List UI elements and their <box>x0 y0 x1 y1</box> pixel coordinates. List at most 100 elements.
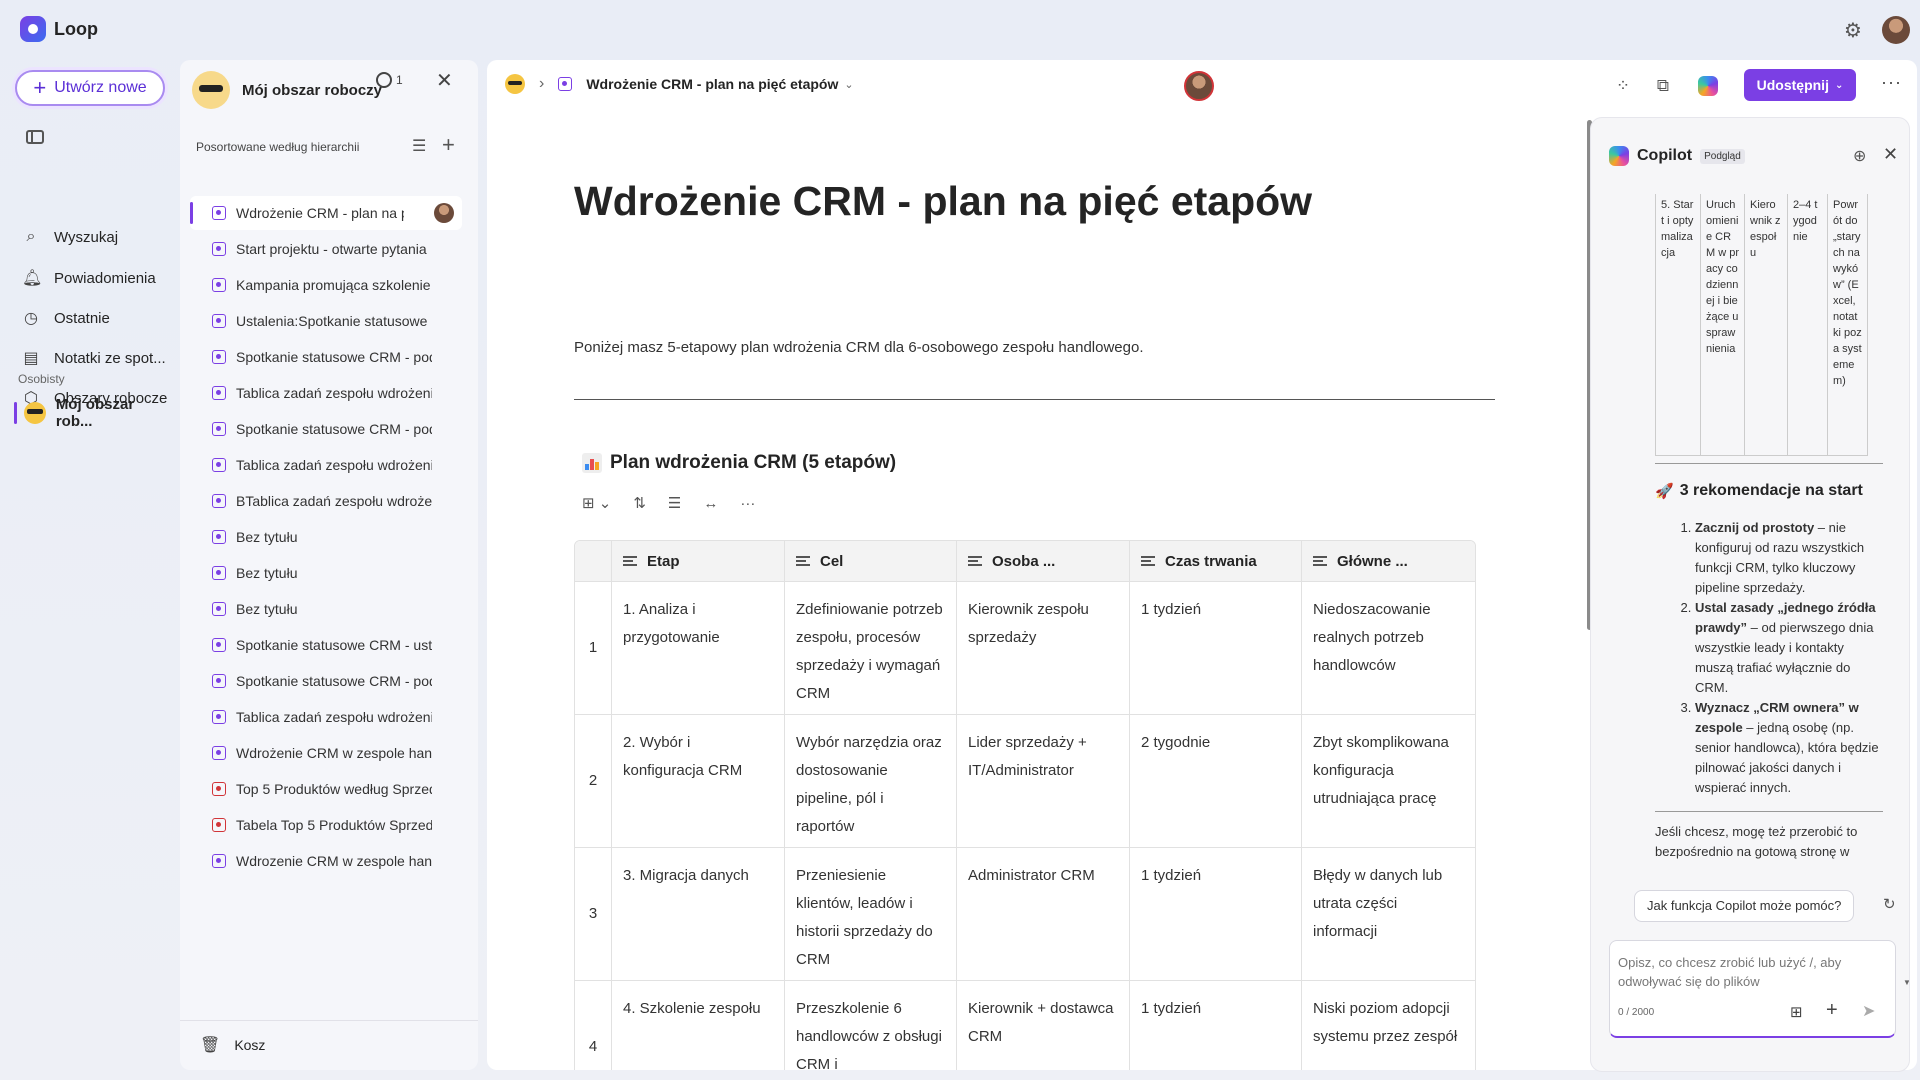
tree-item[interactable]: Bez tytułu <box>190 520 462 554</box>
table-cell[interactable]: Zbyt skomplikowana konfiguracja utrudnia… <box>1301 715 1475 847</box>
trash-item[interactable]: 🗑︎ Kosz <box>180 1020 478 1068</box>
tree-item[interactable]: Spotkanie statusowe CRM - ustalenia <box>190 628 462 662</box>
tree-item[interactable]: Wdrożenie CRM w zespole handlowym <box>190 736 462 770</box>
workspace-title[interactable]: Mój obszar roboczy <box>242 82 382 99</box>
table-row[interactable]: 4 4. Szkolenie zespołu Przeszkolenie 6 han… <box>575 981 1475 1070</box>
tree-item[interactable]: Spotkanie statusowe CRM - podsumowanie <box>190 664 462 698</box>
table-cell[interactable]: 1 tydzień <box>1129 848 1301 980</box>
tree-item[interactable]: BTablica zadań zespołu wdrożeniowego <box>190 484 462 518</box>
table-cell[interactable]: 1 tydzień <box>1129 981 1301 1070</box>
user-avatar[interactable] <box>1882 16 1910 44</box>
table-cell[interactable]: 1. Analiza i przygotowanie <box>611 582 784 714</box>
intro-paragraph[interactable]: Poniżej masz 5-etapowy plan wdrożenia CR… <box>574 339 1144 356</box>
create-new-label: Utwórz nowe <box>54 79 147 96</box>
scroll-down-icon[interactable]: ▼ <box>1903 978 1909 987</box>
table-cell[interactable]: Błędy w danych lub utrata części informa… <box>1301 848 1475 980</box>
tree-item[interactable]: Tablica zadań zespołu wdrożeniowego <box>190 700 462 734</box>
more-icon[interactable]: ··· <box>740 495 755 512</box>
column-header[interactable]: Etap <box>611 541 784 581</box>
add-page-icon[interactable]: + <box>442 132 455 158</box>
filter-icon[interactable]: ☰ <box>412 136 426 156</box>
table-cell[interactable]: Kierownik + dostawca CRM <box>956 981 1129 1070</box>
file-icon <box>212 818 226 832</box>
table-cell[interactable]: Kierownik zespołu sprzedaży <box>956 582 1129 714</box>
page-icon <box>212 278 226 292</box>
workspace-members-button[interactable]: 1 <box>376 72 403 88</box>
chevron-down-icon[interactable]: ⌄ <box>844 78 853 91</box>
components-icon[interactable]: ⁘ <box>1612 75 1634 97</box>
page-title[interactable]: Wdrożenie CRM - plan na pięć etapów <box>574 178 1312 225</box>
crm-plan-table: Etap Cel Osoba ... Czas trwania Główne .… <box>574 540 1476 1070</box>
table-cell[interactable]: 3. Migracja danych <box>611 848 784 980</box>
table-cell[interactable]: Niedoszacowanie realnych potrzeb handlow… <box>1301 582 1475 714</box>
column-header[interactable]: Czas trwania <box>1129 541 1301 581</box>
table-cell[interactable]: 1 tydzień <box>1129 582 1301 714</box>
tree-item-label: Wdrożenie CRM w zespole handlowym <box>236 745 432 761</box>
tree-item[interactable]: Top 5 Produktów według Sprzedaży <box>190 772 462 806</box>
close-panel-icon[interactable]: ✕ <box>436 68 453 93</box>
table-cell[interactable]: Lider sprzedaży + IT/Administrator <box>956 715 1129 847</box>
table-layout-icon[interactable]: ⊞ ⌄ <box>582 494 611 512</box>
filter-icon[interactable]: ☰ <box>668 494 681 512</box>
collaborator-avatar[interactable] <box>1184 71 1214 101</box>
tree-item[interactable]: Tabela Top 5 Produktów Sprzedaży <box>190 808 462 842</box>
suggestion-chip[interactable]: Jak funkcja Copilot może pomóc? <box>1634 890 1855 922</box>
tree-item[interactable]: Wdrożenie CRM - plan na pięć etapów <box>190 196 462 230</box>
section-heading[interactable]: Plan wdrożenia CRM (5 etapów) <box>582 452 896 474</box>
table-cell[interactable]: 4. Szkolenie zespołu <box>611 981 784 1070</box>
table-row[interactable]: 2 2. Wybór i konfiguracja CRM Wybór narzęd… <box>575 715 1475 848</box>
refresh-icon[interactable]: ↻ <box>1883 895 1896 913</box>
create-new-button[interactable]: + Utwórz nowe <box>15 70 165 106</box>
app-brand[interactable]: Loop <box>20 16 98 42</box>
sidebar-toggle-icon[interactable] <box>26 130 44 144</box>
text-column-icon <box>1141 556 1155 566</box>
prompt-guide-icon[interactable]: ⊞ <box>1790 1003 1803 1021</box>
add-attachment-icon[interactable]: + <box>1826 999 1838 1022</box>
copilot-prompt-input[interactable]: Opisz, co chcesz zrobić lub użyć /, aby … <box>1609 940 1896 1038</box>
table-cell[interactable]: 2 tygodnie <box>1129 715 1301 847</box>
nav-item-meeting-notes[interactable]: ▤ Notatki ze spot... <box>22 348 165 368</box>
table-cell[interactable]: Przeniesienie klientów, leadów i histori… <box>784 848 956 980</box>
tree-item[interactable]: Tablica zadań zespołu wdrożeniowego <box>190 376 462 410</box>
table-cell[interactable]: Przeszkolenie 6 handlowców z obsługi CRM… <box>784 981 956 1070</box>
tree-item[interactable]: Spotkanie statusowe CRM - podsumowanie <box>190 412 462 446</box>
workspace-avatar[interactable] <box>192 71 230 109</box>
new-chat-icon[interactable]: ⊕ <box>1853 146 1866 166</box>
nav-item-recent[interactable]: ◷ Ostatnie <box>22 308 110 328</box>
table-cell[interactable]: Administrator CRM <box>956 848 1129 980</box>
nav-item-search[interactable]: ⌕ Wyszukaj <box>22 228 119 246</box>
tree-item[interactable]: Start projektu - otwarte pytania <box>190 232 462 266</box>
send-icon[interactable]: ➤ <box>1862 1001 1875 1021</box>
workspace-emoji-icon[interactable] <box>505 74 525 94</box>
copilot-icon[interactable] <box>1698 76 1718 96</box>
breadcrumb-page-title[interactable]: Wdrożenie CRM - plan na pięć etapów <box>586 76 838 92</box>
table-cell[interactable]: Niski poziom adopcji systemu przez zespó… <box>1301 981 1475 1070</box>
more-options-icon[interactable]: ··· <box>1881 72 1902 93</box>
tree-item[interactable]: Bez tytułu <box>190 592 462 626</box>
share-button[interactable]: Udostępnij ⌄ <box>1744 69 1856 101</box>
table-row[interactable]: 3 3. Migracja danych Przeniesienie klientó… <box>575 848 1475 981</box>
settings-gear-icon[interactable]: ⚙ <box>1842 20 1864 42</box>
tree-item[interactable]: Kampania promująca szkolenie <box>190 268 462 302</box>
table-row[interactable]: 1 1. Analiza i przygotowanie Zdefiniowanie… <box>575 582 1475 715</box>
column-header[interactable]: Cel <box>784 541 956 581</box>
pages-view-icon[interactable]: ⧉ <box>1652 75 1674 97</box>
tree-item[interactable]: Ustalenia:Spotkanie statusowe CRM <box>190 304 462 338</box>
expand-width-icon[interactable]: ↔ <box>703 495 718 512</box>
nav-workspace-item[interactable]: Mój obszar rob... <box>14 396 174 430</box>
tree-item[interactable]: Spotkanie statusowe CRM - podsumowanie <box>190 340 462 374</box>
tree-item[interactable]: Tablica zadań zespołu wdrożeniowego <box>190 448 462 482</box>
tree-item[interactable]: Wdrozenie CRM w zespole handlowym <box>190 844 462 878</box>
member-count: 1 <box>396 73 403 87</box>
column-header[interactable]: Osoba ... <box>956 541 1129 581</box>
table-cell[interactable]: Zdefiniowanie potrzeb zespołu, procesów … <box>784 582 956 714</box>
close-icon[interactable]: ✕ <box>1883 144 1898 165</box>
nav-item-notifications[interactable]: 🔔︎ Powiadomienia <box>22 268 156 288</box>
tree-item-label: Wdrozenie CRM w zespole handlowym <box>236 853 432 869</box>
column-header[interactable]: Główne ... <box>1301 541 1475 581</box>
nav-workspace-label: Mój obszar rob... <box>55 396 135 430</box>
sort-icon[interactable]: ⇅ <box>633 494 646 512</box>
tree-item[interactable]: Bez tytułu <box>190 556 462 590</box>
table-cell[interactable]: Wybór narzędzia oraz dostosowanie pipeli… <box>784 715 956 847</box>
table-cell[interactable]: 2. Wybór i konfiguracja CRM <box>611 715 784 847</box>
